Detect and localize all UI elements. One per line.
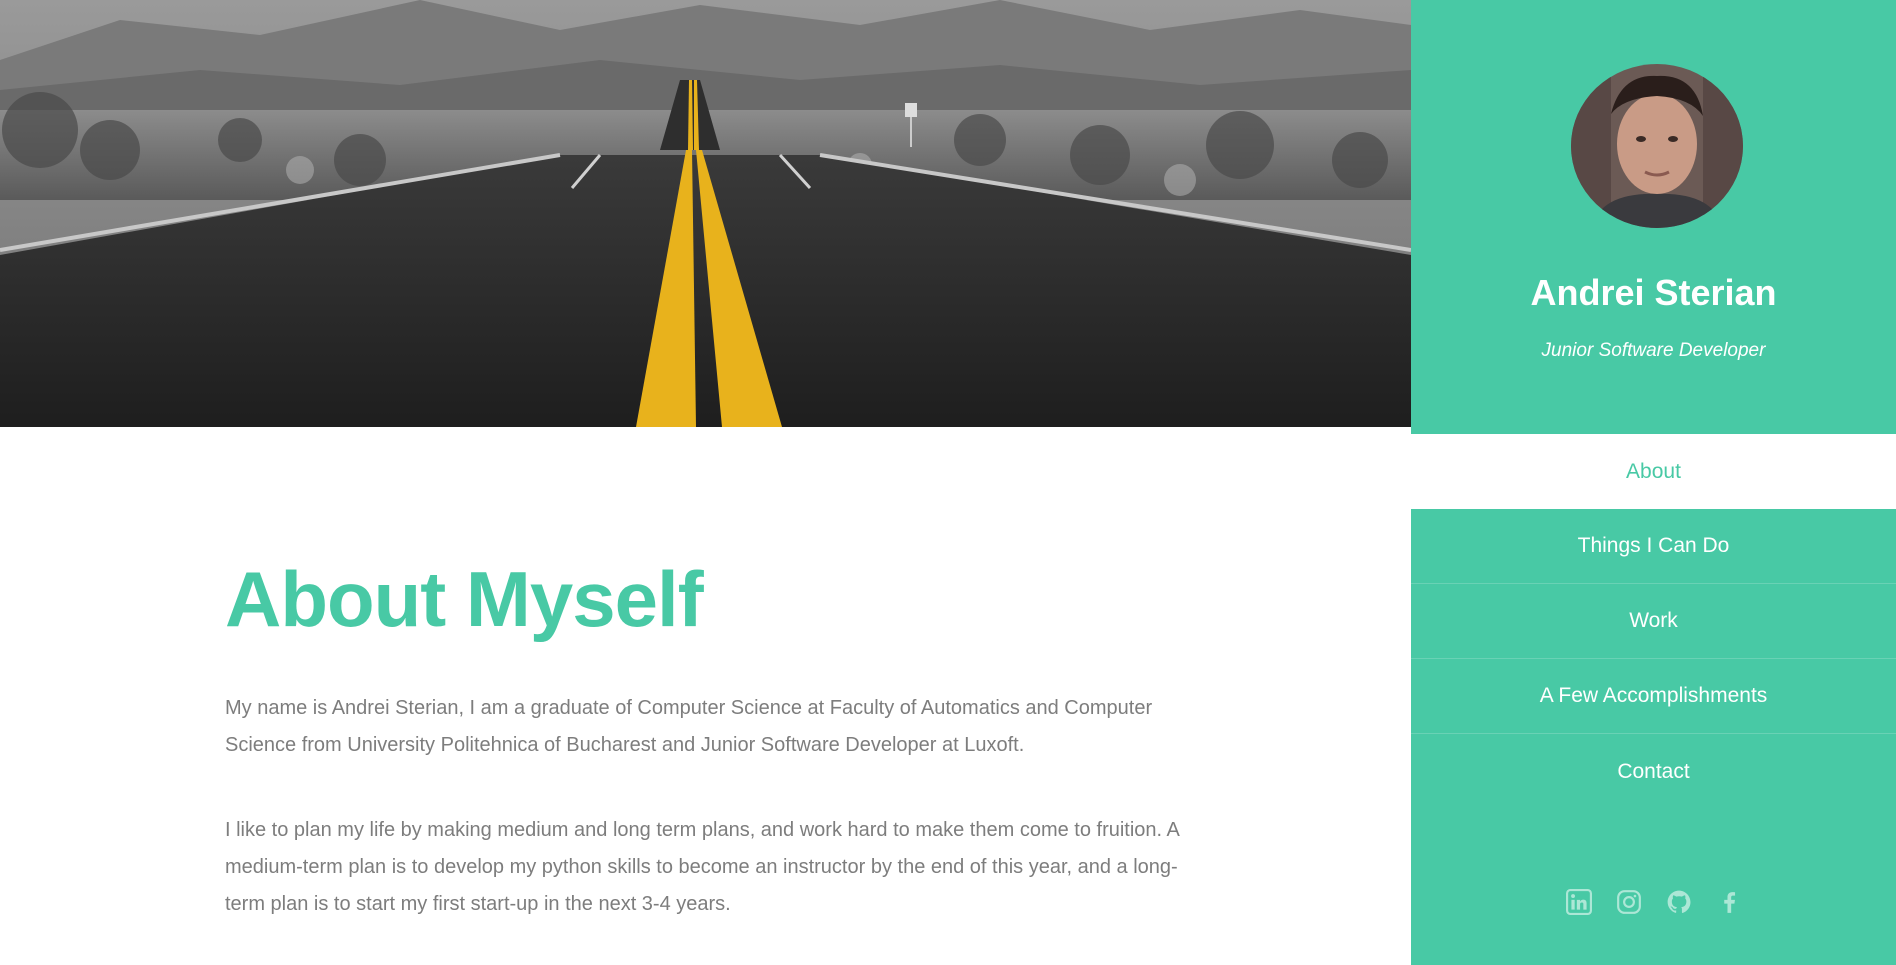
- about-paragraph: I like to plan my life by making medium …: [225, 819, 1179, 915]
- nav-item-about[interactable]: About: [1411, 434, 1896, 509]
- about-section: About Myself My name is Andrei Sterian, …: [225, 560, 1185, 923]
- nav-item-contact[interactable]: Contact: [1411, 734, 1896, 809]
- nav-item-things-i-can-do[interactable]: Things I Can Do: [1411, 509, 1896, 584]
- instagram-icon[interactable]: [1615, 888, 1643, 916]
- road-landscape-image: [0, 0, 1411, 427]
- linkedin-icon[interactable]: [1565, 888, 1593, 916]
- avatar: [1571, 64, 1743, 228]
- profile-card: Andrei Sterian Junior Software Developer: [1411, 0, 1896, 434]
- social-links: [1411, 888, 1896, 916]
- about-paragraph: My name is Andrei Sterian, I am a gradua…: [225, 697, 1153, 756]
- facebook-icon[interactable]: [1715, 888, 1743, 916]
- nav-item-work[interactable]: Work: [1411, 584, 1896, 659]
- avatar-portrait-image: [1571, 64, 1743, 228]
- profile-name: Andrei Sterian: [1530, 272, 1777, 313]
- about-title: About Myself: [225, 555, 704, 643]
- profile-role: Junior Software Developer: [1541, 340, 1766, 361]
- hero-image-road: [0, 0, 1411, 427]
- sidebar-nav: About Things I Can Do Work A Few Accompl…: [1411, 434, 1896, 809]
- nav-item-accomplishments[interactable]: A Few Accomplishments: [1411, 659, 1896, 734]
- github-icon[interactable]: [1665, 888, 1693, 916]
- main-content: About Myself My name is Andrei Sterian, …: [0, 0, 1411, 965]
- sidebar: Andrei Sterian Junior Software Developer…: [1411, 0, 1896, 965]
